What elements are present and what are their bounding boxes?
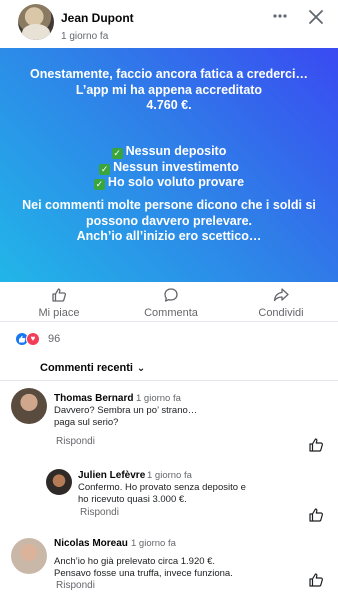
thumbs-up-icon bbox=[309, 508, 323, 522]
comment-text: Davvero? Sembra un po’ strano… paga sul … bbox=[54, 405, 198, 428]
commenter-avatar[interactable] bbox=[46, 469, 72, 495]
post-header: Jean Dupont 1 giorno fa bbox=[0, 0, 338, 52]
divider bbox=[0, 380, 338, 381]
share-arrow-icon bbox=[273, 288, 289, 302]
check-mark-icon: ✓ bbox=[99, 163, 111, 175]
author-avatar[interactable] bbox=[18, 4, 54, 40]
post-timestamp[interactable]: 1 giorno fa bbox=[61, 31, 108, 42]
comments-sort-label: Commenti recenti bbox=[40, 362, 133, 374]
check-mark-icon: ✓ bbox=[93, 179, 105, 190]
reactions-summary[interactable]: ♥ 96 bbox=[15, 330, 115, 348]
like-button[interactable]: Mi piace bbox=[14, 287, 104, 319]
commenter-avatar[interactable] bbox=[11, 538, 47, 574]
post-checklist: ✓ Nessun deposito ✓ Nessun investimento ✓ H… bbox=[12, 144, 326, 191]
comment-label: Commenta bbox=[144, 307, 198, 319]
commenter-name[interactable]: Nicolas Moreau bbox=[54, 538, 128, 549]
thumbs-up-icon bbox=[52, 288, 67, 302]
post-text-card: Onestamente, faccio ancora fatica a cred… bbox=[0, 48, 338, 282]
share-button[interactable]: Condividi bbox=[236, 287, 326, 319]
more-horizontal-icon bbox=[273, 14, 287, 18]
post-paragraph-1: Onestamente, faccio ancora fatica a cred… bbox=[30, 67, 308, 112]
comment-timestamp: 1 giorno fa bbox=[147, 470, 192, 481]
checklist-item: ✓ Ho solo voluto provare bbox=[12, 175, 326, 191]
reply-button[interactable]: Rispondi bbox=[80, 507, 119, 518]
reaction-count: 96 bbox=[48, 333, 61, 345]
checklist-text: Nessun investimento bbox=[113, 159, 239, 174]
checklist-item: ✓ Nessun deposito bbox=[12, 144, 326, 160]
reply-button[interactable]: Rispondi bbox=[56, 580, 95, 591]
comment-text: Anch’io ho già prelevato circa 1.920 €. … bbox=[54, 556, 233, 579]
close-icon bbox=[309, 10, 323, 24]
close-button[interactable] bbox=[307, 8, 325, 26]
thumbs-up-icon bbox=[309, 438, 323, 452]
thumbs-up-icon bbox=[309, 573, 323, 587]
checklist-text: Nessun deposito bbox=[125, 144, 227, 158]
post-action-bar: Mi piace Commenta Condividi bbox=[0, 282, 338, 322]
checklist-item: ✓ Nessun investimento bbox=[12, 160, 326, 176]
check-mark-icon: ✓ bbox=[111, 148, 123, 159]
comment-like-button[interactable] bbox=[308, 507, 326, 525]
post-paragraph-3: Nei commenti molte persone dicono che i … bbox=[22, 198, 316, 243]
comment-like-button[interactable] bbox=[308, 572, 326, 590]
commenter-name[interactable]: Thomas Bernard bbox=[54, 393, 133, 404]
comment-timestamp: 1 giorno fa bbox=[136, 393, 181, 404]
like-label: Mi piace bbox=[38, 307, 80, 319]
chevron-down-icon: ⌄ bbox=[136, 363, 146, 374]
comments-sort-dropdown[interactable]: Commenti recenti ⌄ bbox=[40, 362, 145, 374]
comment-like-button[interactable] bbox=[308, 437, 326, 455]
comment-timestamp: 1 giorno fa bbox=[131, 538, 176, 549]
author-name[interactable]: Jean Dupont bbox=[61, 11, 134, 25]
comment-bubble-icon bbox=[164, 288, 178, 302]
reply-button[interactable]: Rispondi bbox=[56, 436, 95, 447]
commenter-name[interactable]: Julien Lefèvre bbox=[78, 470, 145, 481]
commenter-avatar[interactable] bbox=[11, 388, 47, 424]
comment-text: Confermo. Ho provato senza deposito e ho… bbox=[78, 482, 246, 505]
more-options-button[interactable] bbox=[270, 8, 290, 26]
comment-button[interactable]: Commenta bbox=[126, 287, 216, 319]
share-label: Condividi bbox=[258, 307, 304, 319]
love-reaction-icon: ♥ bbox=[26, 332, 40, 346]
checklist-text: Ho solo voluto provare bbox=[107, 175, 245, 189]
